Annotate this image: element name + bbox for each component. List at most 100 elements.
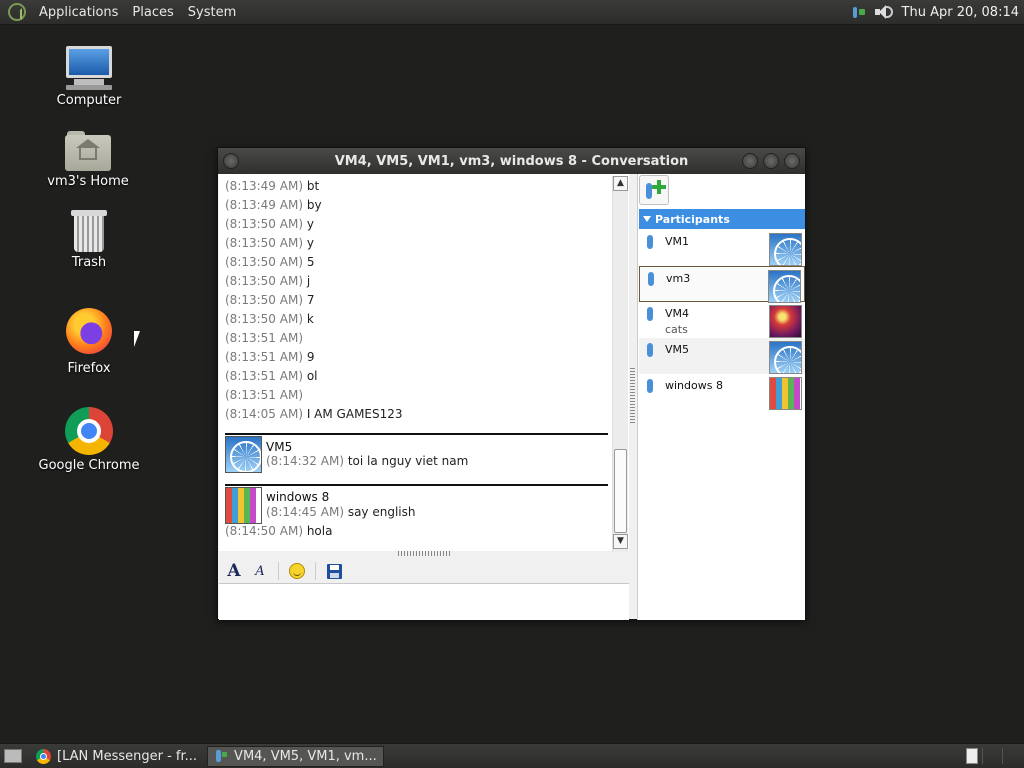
save-button[interactable] — [323, 560, 345, 582]
window-titlebar[interactable]: VM4, VM5, VM1, vm3, windows 8 - Conversa… — [218, 148, 805, 174]
participant-item[interactable]: VM5 — [639, 338, 805, 374]
gnome-foot-icon[interactable] — [8, 3, 26, 21]
plus-icon — [652, 180, 666, 194]
chrome-icon — [65, 407, 113, 455]
font-color-icon[interactable]: A — [249, 560, 271, 582]
window-menu-button[interactable] — [223, 153, 239, 169]
maximize-button[interactable] — [763, 153, 779, 169]
menu-places[interactable]: Places — [125, 5, 180, 20]
participant-avatar — [768, 270, 801, 303]
toolbar-separator — [315, 562, 316, 580]
save-icon — [326, 563, 342, 579]
participant-avatar — [769, 233, 802, 266]
mouse-cursor-icon — [134, 331, 146, 347]
desktop-icon-label: Computer — [56, 93, 122, 108]
clock[interactable]: Thu Apr 20, 08:14 — [902, 5, 1019, 20]
participant-avatar — [769, 305, 802, 338]
user-status-icon — [647, 343, 653, 357]
desktop-icon-label: Google Chrome — [38, 458, 140, 473]
desktop-icon-home[interactable]: vm3's Home — [33, 131, 143, 189]
window-title: VM4, VM5, VM1, vm3, windows 8 - Conversa… — [334, 153, 689, 169]
chat-history[interactable]: (8:13:49 AM) bt (8:13:49 AM) by (8:13:50… — [219, 174, 629, 551]
chat-scrollbar[interactable]: ▲ ▼ — [612, 176, 628, 552]
minimize-button[interactable] — [742, 153, 758, 169]
desktop-icon-label: vm3's Home — [47, 174, 129, 189]
participant-name: VM5 — [665, 343, 690, 356]
participants-header-label: Participants — [655, 212, 730, 226]
volume-icon[interactable] — [874, 4, 894, 20]
participant-item[interactable]: VM4 cats — [639, 302, 805, 338]
workspace-3[interactable] — [1002, 748, 1018, 764]
participant-item[interactable]: VM1 — [639, 230, 805, 266]
workspace-2[interactable] — [982, 748, 998, 764]
sender-avatar — [225, 487, 262, 524]
smiley-icon — [289, 563, 305, 579]
desktop-icon-trash[interactable]: Trash — [34, 210, 144, 270]
desktop-icon-computer[interactable]: Computer — [34, 46, 144, 108]
chat-message: (8:14:45 AM) say english — [266, 505, 416, 519]
format-toolbar: A A — [219, 559, 629, 583]
sender-avatar — [225, 436, 262, 473]
show-desktop-icon[interactable] — [4, 749, 22, 763]
desktop-icon-label: Firefox — [67, 361, 111, 376]
user-status-icon — [648, 272, 654, 286]
scroll-thumb[interactable] — [614, 449, 627, 533]
font-icon[interactable]: A — [223, 560, 245, 582]
firefox-icon — [66, 308, 112, 354]
close-button[interactable] — [784, 153, 800, 169]
chat-message: (8:14:32 AM) toi la nguy viet nam — [266, 454, 469, 468]
pane-splitter-handle[interactable] — [630, 368, 635, 424]
splitter-handle[interactable] — [398, 551, 452, 556]
toolbar-separator — [278, 562, 279, 580]
participant-status: cats — [665, 323, 688, 336]
computer-icon — [64, 46, 114, 90]
conversation-window: VM4, VM5, VM1, vm3, windows 8 - Conversa… — [217, 147, 806, 620]
participant-name: VM1 — [665, 235, 690, 248]
taskbar-item-conversation[interactable]: VM4, VM5, VM1, vm... — [207, 745, 384, 767]
user-status-icon — [647, 235, 653, 249]
workspace-switcher — [966, 748, 1024, 764]
desktop-icon-firefox[interactable]: Firefox — [34, 308, 144, 376]
menu-system[interactable]: System — [181, 5, 243, 20]
chat-message: (8:13:50 AM) 7 — [225, 293, 315, 307]
sender-name: VM5 — [266, 440, 293, 454]
participant-name: windows 8 — [665, 379, 723, 392]
menu-applications[interactable]: Applications — [32, 5, 125, 20]
workspace-1[interactable] — [966, 748, 978, 764]
chat-message: (8:13:51 AM) 9 — [225, 350, 315, 364]
participants-pane: Participants VM1 vm3 VM4 cats VM5 window… — [637, 174, 805, 620]
chat-message: (8:14:05 AM) I AM GAMES123 — [225, 407, 403, 421]
taskbar-item-lan-messenger[interactable]: [LAN Messenger - fr... — [30, 746, 203, 767]
scroll-up-button[interactable]: ▲ — [613, 176, 628, 191]
taskbar-item-label: [LAN Messenger - fr... — [57, 748, 198, 764]
chat-message: (8:14:50 AM) hola — [225, 524, 333, 538]
message-separator — [225, 484, 608, 486]
chat-message: (8:13:49 AM) by — [225, 198, 322, 212]
participant-avatar — [769, 341, 802, 374]
chrome-icon — [36, 748, 51, 764]
message-input[interactable] — [219, 583, 629, 620]
sender-name: windows 8 — [266, 490, 330, 504]
chat-message: (8:13:50 AM) y — [225, 217, 314, 231]
messenger-tray-icon[interactable] — [852, 5, 866, 19]
add-participant-button[interactable] — [639, 175, 669, 205]
scroll-down-button[interactable]: ▼ — [613, 534, 628, 549]
chat-message: (8:13:50 AM) k — [225, 312, 314, 326]
participant-item[interactable]: vm3 — [639, 266, 805, 303]
home-folder-icon — [65, 131, 111, 171]
emoticon-button[interactable] — [286, 560, 308, 582]
chat-message: (8:13:51 AM) — [225, 331, 303, 345]
top-panel: Applications Places System Thu Apr 20, 0… — [0, 0, 1024, 25]
chat-message: (8:13:50 AM) 5 — [225, 255, 315, 269]
message-separator — [225, 433, 608, 435]
participants-header[interactable]: Participants — [639, 209, 805, 229]
participant-item[interactable]: windows 8 — [639, 374, 805, 410]
user-status-icon — [647, 379, 653, 393]
participant-name: vm3 — [666, 272, 691, 285]
desktop-icon-chrome[interactable]: Google Chrome — [34, 407, 144, 473]
chat-message: (8:13:51 AM) ol — [225, 369, 318, 383]
participant-name: VM4 — [665, 307, 690, 320]
user-status-icon — [647, 307, 653, 321]
chat-message: (8:13:49 AM) bt — [225, 179, 320, 193]
system-tray: Thu Apr 20, 08:14 — [852, 4, 1024, 20]
